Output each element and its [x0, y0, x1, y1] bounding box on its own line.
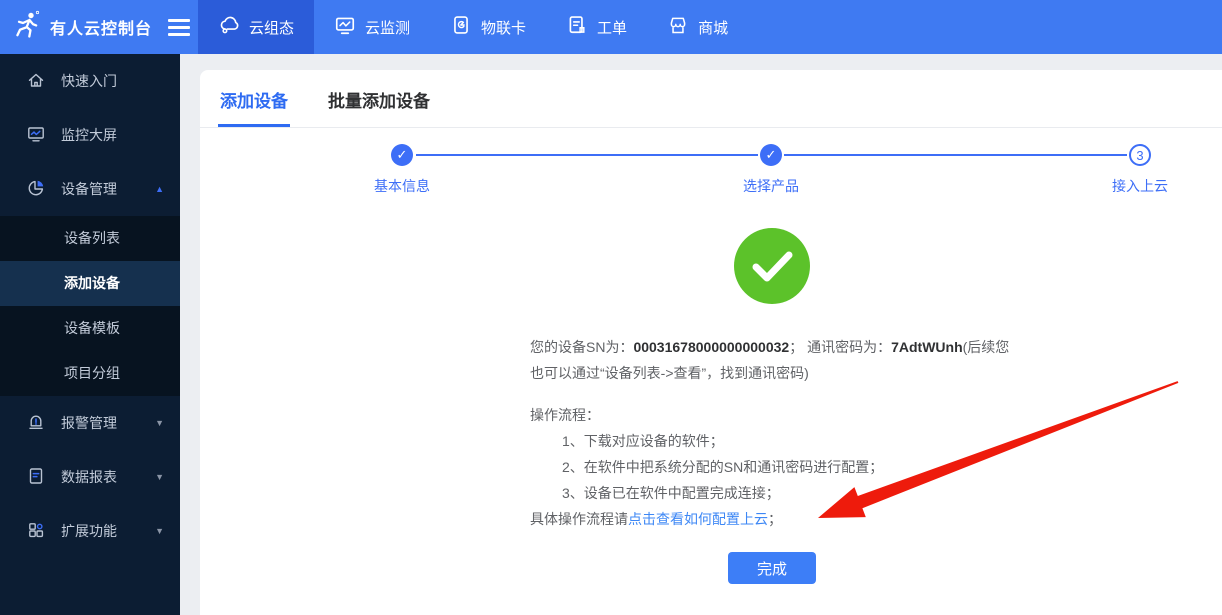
sidebar-item-quick-start[interactable]: 快速入门	[0, 54, 180, 108]
success-panel: 您的设备SN为：00031678000000000032； 通讯密码为：7Adt…	[530, 228, 1014, 584]
sidebar: 快速入门 监控大屏 设备管理 ▲ 设备列表 添加设备 设备模板 项目分组 报警管…	[0, 54, 180, 615]
chevron-down-icon: ▼	[155, 418, 164, 428]
password-value: 7AdtWUnh	[891, 339, 963, 355]
process-step-2: 2、在软件中把系统分配的SN和通讯密码进行配置；	[562, 459, 884, 475]
nav-label: 工单	[597, 19, 628, 37]
brand-title: 有人云控制台	[50, 21, 153, 38]
brand: 有人云控制台	[0, 0, 198, 54]
step-1-check-icon: ✓	[391, 144, 413, 166]
process-step-1: 1、下载对应设备的软件；	[562, 433, 724, 449]
wizard-stepper: ✓ ✓ 3 基本信息 选择产品 接入上云	[200, 128, 1222, 208]
sidebar-item-label: 快速入门	[61, 73, 117, 89]
main-content: 添加设备 批量添加设备 ✓ ✓ 3 基本信息 选择产品 接入上云 您的设备SN为…	[180, 54, 1222, 615]
nav-label: 云监测	[365, 19, 411, 37]
sidebar-subitem-add-device[interactable]: 添加设备	[0, 261, 180, 306]
cloud-icon	[218, 14, 240, 40]
sidebar-item-big-screen[interactable]: 监控大屏	[0, 108, 180, 162]
nav-iot-card[interactable]: 物联卡	[430, 0, 546, 54]
alarm-icon	[26, 412, 46, 435]
operation-process: 操作流程： 1、下载对应设备的软件； 2、在软件中把系统分配的SN和通讯密码进行…	[530, 402, 1014, 532]
runner-logo-icon	[12, 10, 42, 45]
chevron-down-icon: ▼	[155, 526, 164, 536]
extension-icon	[26, 520, 46, 543]
add-device-card: 添加设备 批量添加设备 ✓ ✓ 3 基本信息 选择产品 接入上云 您的设备SN为…	[200, 70, 1222, 615]
step-connector-1	[416, 154, 758, 156]
success-check-icon	[734, 228, 810, 304]
nav-label: 物联卡	[481, 19, 527, 37]
chevron-up-icon: ▲	[155, 184, 164, 194]
work-order-icon	[566, 14, 588, 40]
process-step-3: 3、设备已在软件中配置完成连接；	[562, 485, 780, 501]
sn-label: 您的设备SN为：	[530, 339, 634, 355]
sidebar-item-alarm-management[interactable]: 报警管理 ▼	[0, 396, 180, 450]
nav-label: 云组态	[249, 19, 295, 37]
tab-add-device[interactable]: 添加设备	[218, 70, 290, 127]
report-icon	[26, 466, 46, 489]
monitor-icon	[334, 14, 356, 40]
device-pie-icon	[26, 178, 46, 201]
top-nav: 云组态 云监测 物联卡 工单 商城	[198, 0, 748, 54]
process-more-line: 具体操作流程请点击查看如何配置上云；	[530, 506, 1014, 532]
step-3-number: 3	[1129, 144, 1151, 166]
more-prefix: 具体操作流程请	[530, 511, 628, 527]
sidebar-subitem-device-list[interactable]: 设备列表	[0, 216, 180, 261]
sidebar-item-data-report[interactable]: 数据报表 ▼	[0, 450, 180, 504]
password-label: ； 通讯密码为：	[789, 339, 892, 355]
sidebar-item-device-management[interactable]: 设备管理 ▲	[0, 162, 180, 216]
device-sn-text: 您的设备SN为：00031678000000000032； 通讯密码为：7Adt…	[530, 334, 1014, 386]
nav-mall[interactable]: 商城	[647, 0, 748, 54]
step-3-label: 接入上云	[1112, 178, 1168, 194]
nav-label: 商城	[698, 19, 729, 37]
sim-card-icon	[450, 14, 472, 40]
home-icon	[26, 70, 46, 93]
store-icon	[667, 14, 689, 40]
sidebar-item-label: 报警管理	[61, 415, 117, 431]
tab-batch-add-device[interactable]: 批量添加设备	[326, 70, 432, 127]
sn-value: 00031678000000000032	[633, 339, 790, 355]
process-title: 操作流程：	[530, 407, 600, 423]
step-connector-2	[784, 154, 1127, 156]
device-management-submenu: 设备列表 添加设备 设备模板 项目分组	[0, 216, 180, 396]
topbar: 有人云控制台 云组态 云监测 物联卡 工单 商城	[0, 0, 1222, 54]
step-2-label: 选择产品	[743, 178, 799, 194]
sidebar-subitem-project-group[interactable]: 项目分组	[0, 351, 180, 396]
big-screen-icon	[26, 124, 46, 147]
sidebar-item-label: 设备管理	[61, 181, 117, 197]
sidebar-item-label: 监控大屏	[61, 127, 117, 143]
sidebar-item-extensions[interactable]: 扩展功能 ▼	[0, 504, 180, 558]
nav-cloud-scada[interactable]: 云组态	[198, 0, 315, 54]
finish-button[interactable]: 完成	[728, 552, 816, 584]
sidebar-item-label: 数据报表	[61, 469, 117, 485]
sidebar-item-label: 扩展功能	[61, 523, 117, 539]
step-1-label: 基本信息	[374, 178, 430, 194]
tab-bar: 添加设备 批量添加设备	[200, 70, 1222, 128]
how-to-configure-link[interactable]: 点击查看如何配置上云	[628, 511, 768, 527]
sidebar-subitem-device-template[interactable]: 设备模板	[0, 306, 180, 351]
nav-cloud-monitor[interactable]: 云监测	[314, 0, 430, 54]
more-suffix: ；	[768, 511, 782, 527]
step-2-check-icon: ✓	[760, 144, 782, 166]
chevron-down-icon: ▼	[155, 472, 164, 482]
hamburger-menu-icon[interactable]	[168, 18, 191, 36]
nav-work-order[interactable]: 工单	[546, 0, 647, 54]
